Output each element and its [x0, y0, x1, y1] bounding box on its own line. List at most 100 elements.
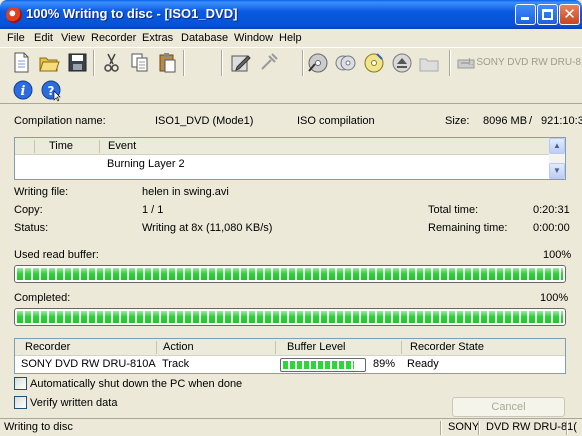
column-time[interactable]: Time: [49, 140, 73, 152]
status-bar: Writing to disc SONY DVD RW DRU-81(: [0, 418, 582, 436]
svg-text:?: ?: [48, 84, 55, 98]
column-event[interactable]: Event: [108, 140, 136, 152]
event-list[interactable]: Time Event Burning Layer 2 ▲ ▼: [14, 137, 566, 180]
auto-shutdown-checkbox[interactable]: [14, 377, 27, 390]
column-recorder-state[interactable]: Recorder State: [410, 341, 484, 353]
new-icon[interactable]: [10, 51, 33, 74]
burn-icon[interactable]: [306, 51, 329, 74]
maximize-icon: [542, 9, 553, 20]
toolbar-separator: [183, 50, 185, 76]
cancel-button[interactable]: Cancel: [452, 397, 565, 417]
buffer-label: Used read buffer:: [14, 249, 99, 261]
event-text: Burning Layer 2: [107, 158, 185, 170]
edit-compilation-icon[interactable]: [229, 51, 252, 74]
nero-app-icon[interactable]: [6, 7, 22, 23]
toolbar-separator: [449, 50, 451, 76]
recorder-table[interactable]: Recorder Action Buffer Level Recorder St…: [14, 338, 566, 374]
compilation-name-label: Compilation name:: [14, 115, 106, 127]
list-item[interactable]: Burning Layer 2: [15, 157, 550, 173]
verify-label[interactable]: Verify written data: [30, 397, 117, 409]
help-toolbar: i ?: [0, 77, 582, 103]
disc-info-icon[interactable]: [362, 51, 385, 74]
column-action[interactable]: Action: [163, 341, 194, 353]
event-list-scrollbar[interactable]: ▲ ▼: [549, 138, 565, 179]
table-row[interactable]: SONY DVD RW DRU-810A Track 89% Ready: [15, 356, 565, 373]
maximize-button[interactable]: [537, 4, 558, 25]
completed-progress-fill: [17, 311, 563, 323]
remaining-time-value: 0:00:00: [533, 222, 570, 234]
close-button[interactable]: ✕: [559, 4, 580, 25]
save-icon[interactable]: [66, 51, 89, 74]
column-divider: [99, 140, 100, 153]
status-label: Status:: [14, 222, 49, 234]
verify-checkbox[interactable]: [14, 396, 27, 409]
panel-divider: [0, 103, 582, 104]
info-icon[interactable]: i: [12, 79, 35, 102]
writing-file-label: Writing file:: [14, 186, 69, 198]
total-time-label: Total time:: [428, 204, 479, 216]
svg-text:i: i: [21, 84, 26, 99]
recorder-buffer-fill: [283, 361, 355, 369]
size-total: 921:10:3: [541, 115, 582, 127]
buffer-progress-fill: [17, 268, 563, 280]
menu-view[interactable]: View: [61, 32, 85, 44]
help-icon[interactable]: ?: [40, 79, 63, 102]
menu-edit[interactable]: Edit: [34, 32, 53, 44]
recorder-table-header: Recorder Action Buffer Level Recorder St…: [15, 339, 565, 356]
minimize-icon: [521, 17, 529, 20]
copy-disc-icon[interactable]: [334, 51, 357, 74]
menu-window[interactable]: Window: [234, 32, 273, 44]
size-label: Size:: [445, 115, 470, 127]
event-list-header: Time Event: [15, 138, 550, 155]
menu-extras[interactable]: Extras: [142, 32, 173, 44]
menu-file[interactable]: File: [7, 32, 25, 44]
compilation-type-value: ISO compilation: [297, 115, 375, 127]
column-divider: [401, 341, 402, 354]
menu-recorder[interactable]: Recorder: [91, 32, 136, 44]
auto-shutdown-label[interactable]: Automatically shut down the PC when done: [30, 378, 242, 390]
compilation-name-value: ISO1_DVD (Mode1): [155, 115, 254, 127]
scroll-up-icon[interactable]: ▲: [549, 138, 565, 154]
column-divider: [156, 341, 157, 354]
cut-icon[interactable]: [100, 51, 123, 74]
scroll-down-icon[interactable]: ▼: [549, 163, 565, 179]
status-drive-model: DVD RW DRU-81(: [486, 421, 577, 433]
eject-icon[interactable]: [390, 51, 413, 74]
open-folder-icon[interactable]: [38, 51, 61, 74]
compilation-properties-icon: [257, 51, 280, 74]
menu-bar: File Edit View Recorder Extras Database …: [0, 29, 582, 47]
buffer-percent: 100%: [543, 249, 572, 261]
toolbar-separator: [221, 50, 223, 76]
copy-icon[interactable]: [128, 51, 151, 74]
menu-database[interactable]: Database: [181, 32, 228, 44]
title-bar: 100% Writing to disc - [ISO1_DVD] ✕: [0, 0, 582, 29]
toolbar-separator: [93, 50, 95, 76]
completed-percent: 100%: [540, 292, 569, 304]
menu-help[interactable]: Help: [279, 32, 302, 44]
window-title: 100% Writing to disc - [ISO1_DVD]: [26, 6, 238, 21]
copy-value: 1 / 1: [142, 204, 164, 216]
buffer-progress-bar: [14, 265, 566, 283]
writing-file-value: helen in swing.avi: [142, 186, 229, 198]
copy-label: Copy:: [14, 204, 43, 216]
completed-progress-bar: [14, 308, 566, 326]
recorder-state: Ready: [407, 358, 439, 370]
status-value: Writing at 8x (11,080 KB/s): [142, 222, 273, 234]
minimize-button[interactable]: [515, 4, 536, 25]
size-value: 8096 MB: [483, 115, 528, 127]
column-recorder[interactable]: Recorder: [25, 341, 70, 353]
toolbar-separator: [302, 50, 304, 76]
status-divider: [440, 421, 442, 435]
main-toolbar: I: SONY DVD RW DRU-810A: [0, 47, 582, 77]
browse-folder-icon: [418, 51, 441, 74]
recorder-buffer-bar: [280, 358, 366, 372]
drive-selector[interactable]: I: SONY DVD RW DRU-810A: [468, 57, 582, 68]
column-buffer-level[interactable]: Buffer Level: [287, 341, 346, 353]
status-divider: [566, 421, 568, 435]
total-time-value: 0:20:31: [533, 204, 570, 216]
recorder-name: SONY DVD RW DRU-810A: [21, 358, 156, 370]
column-divider: [275, 341, 276, 354]
paste-icon[interactable]: [156, 51, 179, 74]
size-separator: /: [529, 115, 533, 127]
remaining-time-label: Remaining time:: [428, 222, 508, 234]
